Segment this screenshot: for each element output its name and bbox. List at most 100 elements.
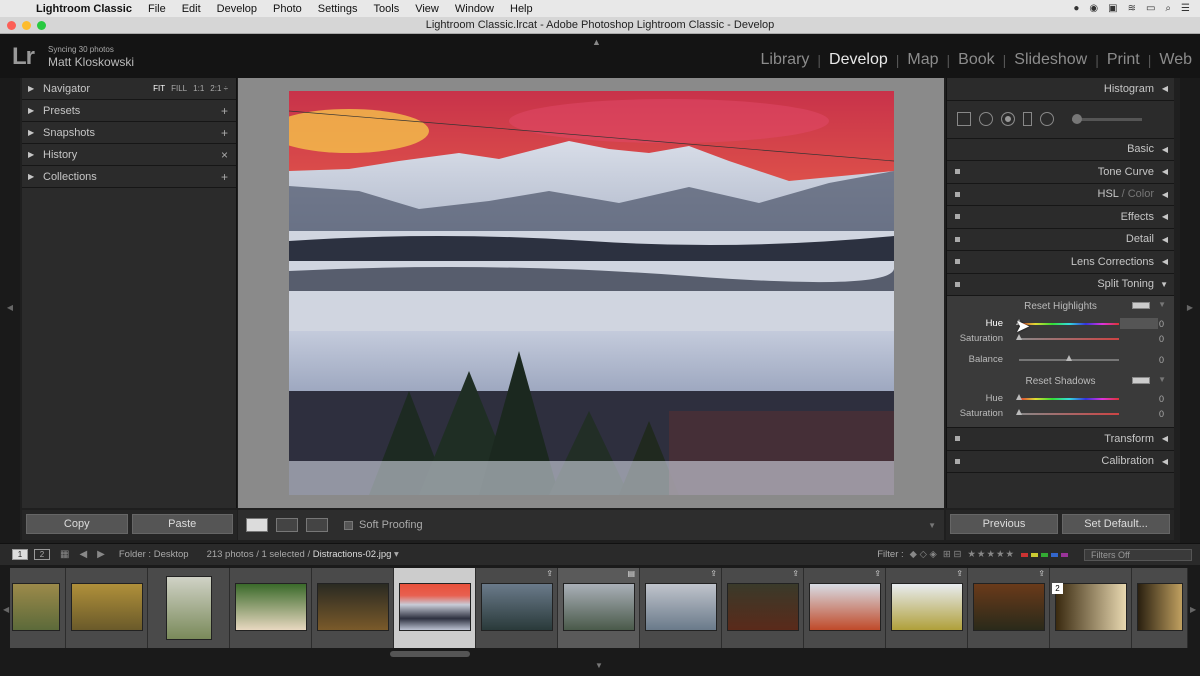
highlights-color-swatch[interactable] <box>1132 302 1150 309</box>
panel-navigator[interactable]: ▶ Navigator FIT FILL 1:1 2:1 ÷ <box>22 78 236 100</box>
filmstrip-cell[interactable] <box>230 568 312 648</box>
highlights-saturation-value[interactable]: 0 <box>1159 334 1164 344</box>
add-preset-icon[interactable]: + <box>221 104 236 118</box>
menu-list-icon[interactable]: ☰ <box>1181 3 1190 14</box>
menu-tools[interactable]: Tools <box>366 3 408 15</box>
set-default-button[interactable]: Set Default... <box>1062 514 1170 534</box>
highlights-saturation-slider[interactable] <box>1016 334 1119 340</box>
radial-filter-icon[interactable] <box>1040 112 1054 126</box>
soft-proofing-toggle[interactable]: Soft Proofing <box>344 519 423 531</box>
panel-calibration[interactable]: Calibration ◀ <box>947 451 1174 473</box>
panel-switch-icon[interactable] <box>955 191 960 197</box>
collapse-triangle-icon[interactable]: ◀ <box>1154 235 1168 244</box>
toolbar-menu-icon[interactable]: ▼ <box>928 521 936 530</box>
filmstrip-scrollbar[interactable] <box>390 651 470 657</box>
filmstrip-left-icon[interactable]: ◀ <box>3 605 9 614</box>
zoom-fit[interactable]: FIT <box>153 84 165 93</box>
color-label-yellow[interactable] <box>1031 552 1038 557</box>
zoom-2-1[interactable]: 2:1 ÷ <box>210 84 228 93</box>
previous-button[interactable]: Previous <box>950 514 1058 534</box>
grid-view-icon[interactable]: ▦ <box>60 549 69 560</box>
spot-removal-icon[interactable] <box>979 112 993 126</box>
color-label-green[interactable] <box>1041 552 1048 557</box>
right-panel-edge[interactable]: ▶ <box>1180 78 1200 543</box>
color-label-filter[interactable] <box>1021 552 1068 557</box>
module-library[interactable]: Library <box>761 51 810 69</box>
reset-highlights-button[interactable]: Reset Highlights <box>1024 301 1097 312</box>
copy-button[interactable]: Copy <box>26 514 128 534</box>
red-eye-icon[interactable] <box>1001 112 1015 126</box>
reset-shadows-button[interactable]: Reset Shadows <box>1025 376 1095 387</box>
menu-develop[interactable]: Develop <box>209 3 265 15</box>
add-collection-icon[interactable]: + <box>221 170 236 184</box>
zoom-1-1[interactable]: 1:1 <box>193 84 204 93</box>
color-label-red[interactable] <box>1021 552 1028 557</box>
loupe-view-button[interactable] <box>246 518 268 532</box>
module-book[interactable]: Book <box>958 51 994 69</box>
filmstrip-cell[interactable] <box>10 568 66 648</box>
filmstrip-cell[interactable]: ⇪ <box>476 568 558 648</box>
filmstrip-cell-selected[interactable] <box>394 568 476 648</box>
expand-triangle-icon[interactable]: ▶ <box>28 150 43 159</box>
filmstrip-cell[interactable]: ⇪ <box>640 568 722 648</box>
search-icon[interactable]: ⌕ <box>1165 3 1171 14</box>
expand-triangle-icon[interactable]: ▼ <box>1154 280 1168 289</box>
back-arrow-icon[interactable]: ◀ <box>79 549 87 560</box>
filmstrip-cell[interactable]: ⇪ <box>722 568 804 648</box>
slider-thumb[interactable] <box>1016 394 1022 400</box>
filmstrip-cell[interactable] <box>148 568 230 648</box>
rating-filter-stars[interactable]: ★★★★★ <box>967 549 1015 560</box>
slider-thumb[interactable] <box>1016 334 1022 340</box>
collapse-triangle-icon[interactable]: ◀ <box>1154 257 1168 266</box>
panel-lens-corrections[interactable]: Lens Corrections ◀ <box>947 251 1174 274</box>
expand-triangle-icon[interactable]: ▶ <box>28 172 43 181</box>
left-panel-toggle-icon[interactable]: ◀ <box>0 303 20 312</box>
collapse-triangle-icon[interactable]: ◀ <box>1154 145 1168 154</box>
slider-thumb[interactable] <box>1016 409 1022 415</box>
shadows-picker-icon[interactable]: ▼ <box>1158 375 1166 384</box>
panel-basic[interactable]: Basic ◀ <box>947 139 1174 161</box>
before-after-button[interactable] <box>276 518 298 532</box>
panel-split-toning[interactable]: Split Toning ▼ <box>947 274 1174 296</box>
zoom-fill[interactable]: FILL <box>171 84 187 93</box>
module-web[interactable]: Web <box>1159 51 1192 69</box>
filmstrip-cell[interactable]: ⇪ <box>886 568 968 648</box>
color-label-blue[interactable] <box>1051 552 1058 557</box>
panel-switch-icon[interactable] <box>955 259 960 265</box>
filmstrip-right-icon[interactable]: ▶ <box>1190 605 1196 614</box>
panel-switch-icon[interactable] <box>955 214 960 220</box>
camera-icon[interactable]: ▣ <box>1108 3 1117 14</box>
creative-cloud-icon[interactable]: ● <box>1073 3 1079 14</box>
menu-edit[interactable]: Edit <box>174 3 209 15</box>
right-panel-toggle-icon[interactable]: ▶ <box>1180 303 1200 312</box>
slider-thumb[interactable] <box>1066 355 1072 361</box>
image-canvas[interactable] <box>238 78 944 508</box>
expand-triangle-icon[interactable]: ▶ <box>28 84 43 93</box>
menu-app[interactable]: Lightroom Classic <box>28 3 140 15</box>
filmstrip-cell[interactable]: ⇪ <box>804 568 886 648</box>
shadows-saturation-slider[interactable] <box>1016 409 1119 415</box>
collapse-triangle-icon[interactable]: ◀ <box>1154 190 1168 199</box>
filters-off-dropdown[interactable]: Filters Off <box>1084 548 1192 561</box>
shadows-color-swatch[interactable] <box>1132 377 1150 384</box>
shadows-saturation-value[interactable]: 0 <box>1159 409 1164 419</box>
clear-history-icon[interactable]: × <box>221 148 236 162</box>
sync-status[interactable]: Syncing 30 photos <box>48 45 114 54</box>
menu-window[interactable]: Window <box>447 3 502 15</box>
panel-transform[interactable]: Transform ◀ <box>947 428 1174 451</box>
filmstrip-cell[interactable]: 2 <box>1050 568 1132 648</box>
panel-switch-icon[interactable] <box>955 281 960 287</box>
graduated-filter-icon[interactable] <box>1023 112 1032 126</box>
wifi-icon[interactable]: ≋ <box>1128 3 1136 14</box>
soft-proofing-checkbox[interactable] <box>344 520 353 530</box>
panel-hsl-color[interactable]: HSL / Color ◀ <box>947 184 1174 206</box>
paste-button[interactable]: Paste <box>131 514 233 534</box>
menu-file[interactable]: File <box>140 3 174 15</box>
filmstrip-cell[interactable] <box>1132 568 1188 648</box>
main-window-button[interactable]: 1 <box>12 549 28 560</box>
collapse-triangle-icon[interactable]: ◀ <box>1154 212 1168 221</box>
module-develop[interactable]: Develop <box>829 51 888 69</box>
menu-photo[interactable]: Photo <box>265 3 310 15</box>
main-photo[interactable] <box>289 91 894 495</box>
filmstrip-cell[interactable] <box>312 568 394 648</box>
